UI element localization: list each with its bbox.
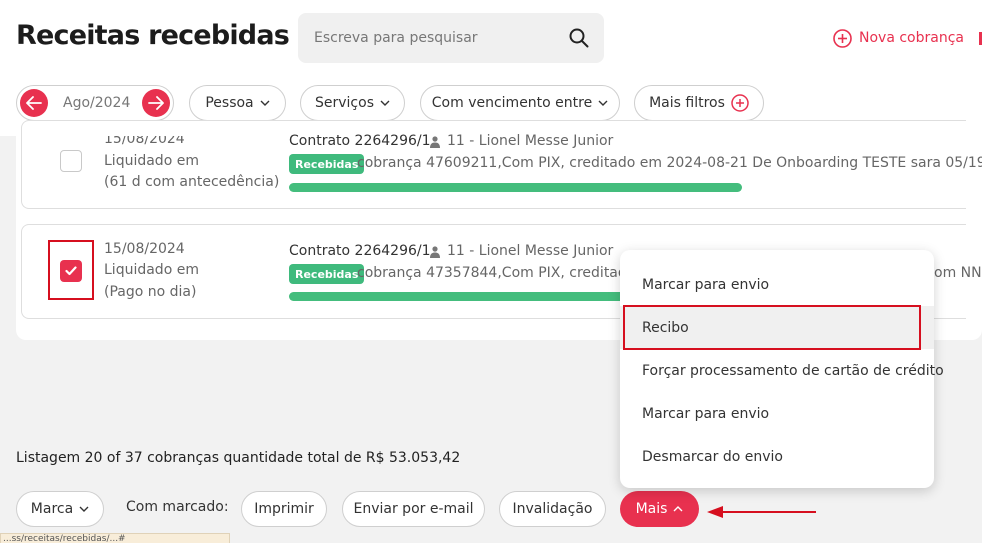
previous-month-button[interactable]	[20, 89, 48, 117]
servicos-filter-label: Serviços	[315, 95, 374, 111]
pessoa-filter-label: Pessoa	[205, 95, 254, 111]
progress-bar	[289, 183, 742, 192]
send-email-button[interactable]: Enviar por e-mail	[342, 491, 485, 527]
highlight-box-checkbox	[48, 240, 94, 300]
person-icon	[430, 136, 440, 148]
row-note: (Pago no dia)	[104, 284, 197, 300]
invalidation-button[interactable]: Invalidação	[499, 491, 606, 527]
highlight-box-receipt	[623, 305, 921, 350]
row-contract[interactable]: Contrato 2264296/1	[289, 133, 431, 149]
print-label: Imprimir	[254, 501, 314, 517]
arrow-right-icon	[148, 96, 164, 110]
annotation-arrow	[707, 506, 816, 518]
chevron-up-icon	[673, 506, 683, 512]
marca-label: Marca	[30, 501, 74, 517]
more-actions-button[interactable]: Mais	[620, 491, 699, 527]
status-badge: Recebidas	[289, 154, 365, 174]
search-input[interactable]: Escreva para pesquisar	[314, 30, 478, 46]
chevron-down-icon	[380, 100, 390, 106]
status-badge: Recebidas	[289, 264, 365, 284]
with-selected-label: Com marcado:	[126, 499, 229, 515]
invalidation-label: Invalidação	[512, 501, 593, 517]
more-actions-label: Mais	[635, 501, 668, 517]
row-person: 11 - Lionel Messe Junior	[447, 133, 614, 149]
menu-item-unmark-sending[interactable]: Desmarcar do envio	[620, 435, 934, 478]
arrow-left-icon	[26, 96, 42, 110]
row-contract[interactable]: Contrato 2264296/1	[289, 243, 431, 259]
vencimento-filter-label: Com vencimento entre	[431, 95, 593, 111]
send-email-label: Enviar por e-mail	[353, 501, 474, 517]
row-date: 15/08/2024	[104, 241, 185, 257]
row-note: (61 d com antecedência)	[104, 174, 280, 190]
progress-bar	[289, 292, 629, 301]
row-description: cobrança 47357844,Com PIX, creditado em	[357, 265, 663, 281]
row-status: Liquidado em	[104, 153, 199, 169]
more-actions-menu: Marcar para envio Recibo Forçar processa…	[620, 250, 944, 488]
chevron-down-icon	[598, 100, 608, 106]
status-url: ...ss/receitas/recebidas/...#	[0, 533, 230, 543]
menu-item-mark-for-sending[interactable]: Marcar para envio	[620, 263, 934, 306]
person-icon	[430, 246, 440, 258]
plus-circle-icon	[731, 94, 749, 112]
search-icon[interactable]	[569, 28, 589, 48]
listing-summary: Listagem 20 of 37 cobranças quantidade t…	[16, 450, 461, 466]
page-title: Receitas recebidas	[16, 20, 290, 51]
row-person: 11 - Lionel Messe Junior	[447, 243, 614, 259]
row-status: Liquidado em	[104, 262, 199, 278]
chevron-down-icon	[260, 100, 270, 106]
servicos-filter[interactable]: Serviços	[300, 85, 405, 121]
next-month-button[interactable]	[142, 89, 170, 117]
row-description-tail: om NN:	[934, 265, 982, 281]
more-filters-button[interactable]: Mais filtros	[634, 85, 764, 121]
marca-button[interactable]: Marca	[16, 491, 104, 527]
month-selector: Ago/2024	[16, 85, 174, 121]
menu-item-mark-for-sending[interactable]: Marcar para envio	[620, 392, 934, 435]
plus-circle-icon	[833, 28, 852, 48]
row-description: cobrança 47609211,Com PIX, creditado em …	[357, 155, 982, 171]
pessoa-filter[interactable]: Pessoa	[189, 85, 286, 121]
print-button[interactable]: Imprimir	[241, 491, 327, 527]
month-label: Ago/2024	[63, 95, 131, 111]
more-filters-label: Mais filtros	[649, 95, 725, 111]
search-box[interactable]: Escreva para pesquisar	[298, 13, 604, 63]
new-charge-label: Nova cobrança	[859, 30, 964, 46]
row-checkbox[interactable]	[60, 150, 82, 172]
menu-item-force-card-processing[interactable]: Forçar processamento de cartão de crédit…	[620, 349, 944, 392]
new-charge-button[interactable]: Nova cobrança	[833, 27, 964, 49]
chevron-down-icon	[79, 506, 89, 512]
vencimento-filter[interactable]: Com vencimento entre	[420, 85, 620, 121]
